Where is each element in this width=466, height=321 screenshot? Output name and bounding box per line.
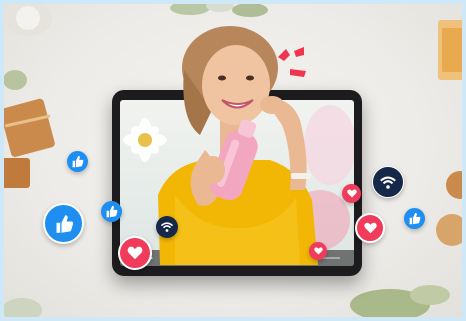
- thumbs-up-icon: [404, 208, 425, 229]
- heart-icon: [342, 184, 361, 203]
- social-media-scene: [0, 0, 466, 321]
- heart-icon: [309, 242, 327, 260]
- heart-icon: [355, 213, 385, 243]
- wifi-icon: [156, 216, 178, 238]
- excitement-spark-icon: [278, 47, 306, 77]
- thumbs-up-icon: [101, 201, 122, 222]
- thumbs-up-icon: [43, 203, 84, 244]
- heart-icon: [118, 236, 152, 270]
- wifi-icon: [372, 166, 404, 198]
- thumbs-up-icon: [67, 151, 88, 172]
